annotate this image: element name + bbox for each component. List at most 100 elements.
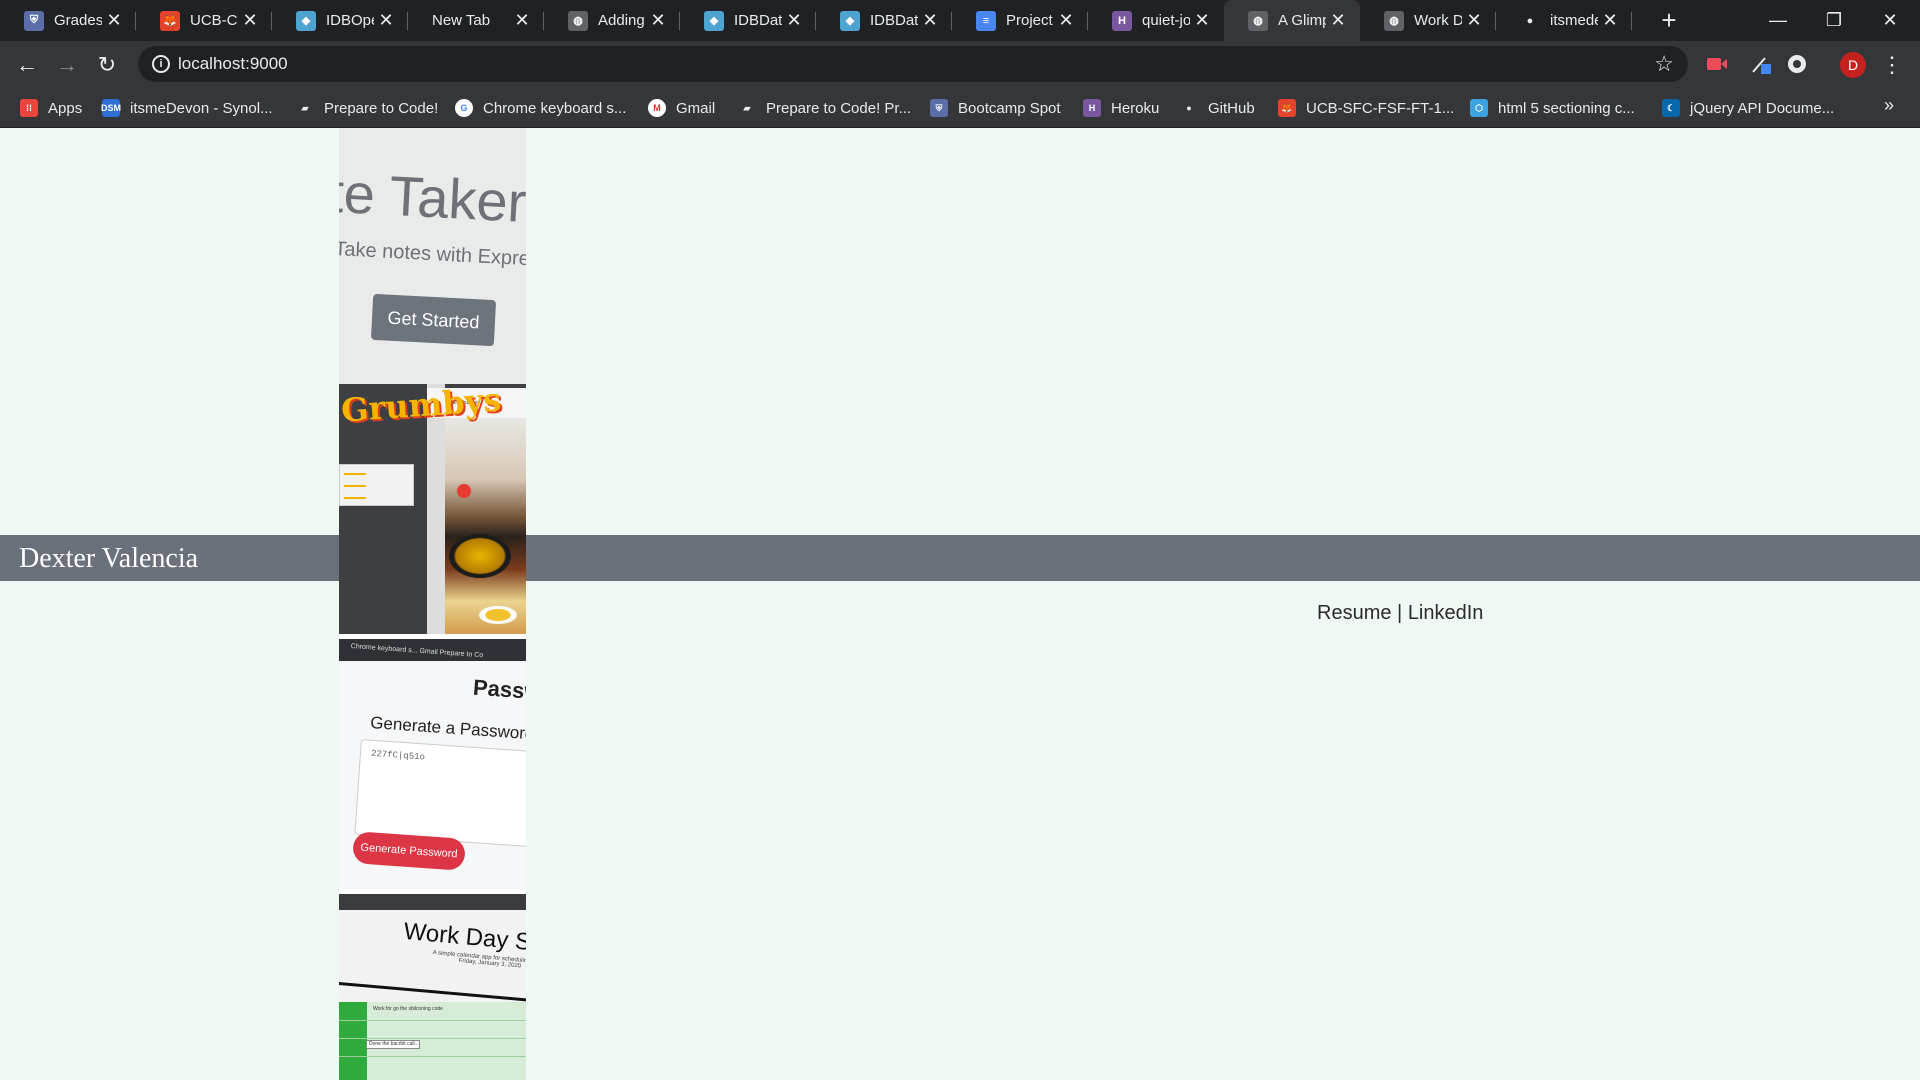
close-tab-icon[interactable]: ✕ xyxy=(782,9,806,33)
site-info-icon[interactable]: i xyxy=(152,55,170,73)
tab-11[interactable]: ◍ Work D ✕ xyxy=(1360,0,1496,41)
tab-3[interactable]: ◆ IDBOper✕ xyxy=(272,0,408,41)
close-tab-icon[interactable]: ✕ xyxy=(1054,9,1078,33)
tab-10[interactable]: ◍ A Glimp ✕ xyxy=(1224,0,1360,41)
project-title: Generate a Password xyxy=(369,713,526,744)
heroku-icon: H xyxy=(1112,10,1132,31)
bookmark-item[interactable]: ▰ Prepare to Code! Pr... xyxy=(738,96,912,120)
bookmark-item[interactable]: H Heroku xyxy=(1083,96,1159,120)
generate-password-button: Generate Password xyxy=(352,831,466,871)
password-value: 227fC|q51o xyxy=(370,748,426,763)
reload-button[interactable]: ↻ xyxy=(90,48,124,82)
tab-1[interactable]: ⛨ Grades |✕ xyxy=(0,0,136,41)
project-card-password-generator[interactable]: Chrome keyboard s... Gmail Prepare to Co… xyxy=(339,639,526,889)
close-tab-icon[interactable]: ✕ xyxy=(1326,9,1350,33)
tab-title: Project xyxy=(1006,12,1053,29)
tab-7[interactable]: ◆ IDBData✕ xyxy=(816,0,952,41)
close-tab-icon[interactable]: ✕ xyxy=(1462,9,1486,33)
bookmark-item[interactable]: ⬡ html 5 sectioning c... xyxy=(1470,96,1635,120)
extension-video-icon[interactable] xyxy=(1704,51,1730,77)
bookmark-item[interactable]: DSM itsmeDevon - Synol... xyxy=(101,96,273,120)
book-icon: ▰ xyxy=(301,102,309,113)
close-tab-icon[interactable]: ✕ xyxy=(918,9,942,33)
restore-button[interactable]: ❐ xyxy=(1806,0,1862,41)
book-icon: ▰ xyxy=(743,102,751,113)
tab-title: IDBOper xyxy=(326,12,374,29)
tab-8[interactable]: ≡ Project ✕ xyxy=(952,0,1088,41)
bookmark-label: GitHub xyxy=(1208,99,1255,117)
get-started-button[interactable]: Get Started xyxy=(370,293,497,347)
tab-title: New Tab xyxy=(432,12,491,29)
tab-9[interactable]: Hquiet-jo ✕ xyxy=(1088,0,1224,41)
tab-title: A Glimp xyxy=(1278,12,1326,29)
tab-4[interactable]: New Tab ✕ xyxy=(408,0,544,41)
resume-link[interactable]: Resume xyxy=(1317,602,1391,624)
extension-circle-icon[interactable] xyxy=(1784,51,1810,77)
close-tab-icon[interactable]: ✕ xyxy=(374,9,398,33)
back-button[interactable]: ← xyxy=(10,48,44,82)
bookmark-item[interactable]: ☾ jQuery API Docume... xyxy=(1662,96,1834,120)
close-window-button[interactable]: ✕ xyxy=(1862,0,1918,41)
close-tab-icon[interactable]: ✕ xyxy=(238,9,262,33)
shield-icon: ⛨ xyxy=(930,99,948,117)
profile-avatar[interactable]: D xyxy=(1840,52,1866,78)
tab-12[interactable]: ● itsmede ✕ xyxy=(1496,0,1632,41)
tab-5[interactable]: ◍ Adding ✕ xyxy=(544,0,680,41)
project-hero-title: ote Taker xyxy=(339,158,526,234)
bookmark-item[interactable]: ⛨ Bootcamp Spot xyxy=(930,96,1061,120)
close-tab-icon[interactable]: ✕ xyxy=(102,9,126,33)
close-tab-icon[interactable]: ✕ xyxy=(1190,9,1214,33)
schedule-note: Work for go the sbilconing code xyxy=(373,1006,443,1012)
bookmark-item[interactable]: M Gmail xyxy=(648,96,715,120)
close-tab-icon[interactable]: ✕ xyxy=(646,9,670,33)
new-tab-button[interactable]: + xyxy=(1655,5,1683,35)
tab-6[interactable]: ◆ IDBData✕ xyxy=(680,0,816,41)
gmail-icon: M xyxy=(648,99,666,117)
bookmark-item[interactable]: G Chrome keyboard s... xyxy=(455,96,626,120)
bookmark-star-icon[interactable]: ☆ xyxy=(1654,51,1674,77)
schedule-row-line xyxy=(339,1056,526,1057)
github-icon: ● xyxy=(1526,14,1534,27)
close-tab-icon[interactable]: ✕ xyxy=(1598,9,1622,33)
tab-title: Grades | xyxy=(54,12,102,29)
address-bar[interactable]: i localhost:9000 ☆ xyxy=(138,46,1688,82)
bookmark-item[interactable]: ⁞⁞ Apps xyxy=(20,96,82,120)
tab-2[interactable]: 🦊 UCB-Co✕ xyxy=(136,0,272,41)
food-photo xyxy=(445,418,526,634)
hour-column xyxy=(339,1002,367,1080)
bookmarks-bar: ⁞⁞ Apps DSM itsmeDevon - Synol... ▰ Prepare t… xyxy=(0,87,1920,128)
project-card-work-day-scheduler[interactable]: Work Day Sch A simple calendar app for s… xyxy=(339,894,526,1080)
soup-bowl-image xyxy=(449,534,511,578)
bookmark-item[interactable]: ● GitHub xyxy=(1180,96,1255,120)
bookmark-label: itsmeDevon - Synol... xyxy=(130,99,273,117)
bookmark-label: html 5 sectioning c... xyxy=(1498,99,1635,117)
browser-toolbar: ← → ↻ i localhost:9000 ☆ D ⋮ xyxy=(0,41,1920,87)
gitlab-icon: 🦊 xyxy=(160,10,180,31)
linkedin-link[interactable]: LinkedIn xyxy=(1408,602,1484,624)
extension-pen-icon[interactable] xyxy=(1748,51,1774,77)
bookmarks-overflow-icon[interactable]: » xyxy=(1884,95,1894,116)
globe-icon: ◍ xyxy=(1248,10,1268,31)
project-card-note-taker[interactable]: ote Taker Take notes with Expre Get Star… xyxy=(339,128,526,384)
address-text[interactable]: localhost:9000 xyxy=(178,54,288,74)
project-card-grumbys[interactable]: Join Grumbys Grumbys xyxy=(339,384,526,634)
forward-button[interactable]: → xyxy=(50,48,84,82)
bookmark-label: Chrome keyboard s... xyxy=(483,99,627,117)
globe-icon: ◍ xyxy=(1384,10,1404,31)
kebab-menu-icon[interactable]: ⋮ xyxy=(1880,50,1904,80)
docs-icon: ≡ xyxy=(976,10,996,31)
bookmark-label: Heroku xyxy=(1111,99,1160,117)
gitlab-icon: 🦊 xyxy=(1278,99,1296,117)
screenshot-browser-bar xyxy=(339,894,526,910)
tab-title: itsmede xyxy=(1550,12,1598,29)
minimize-button[interactable]: — xyxy=(1750,0,1806,41)
bookmark-item[interactable]: 🦊 UCB-SFC-FSF-FT-1... xyxy=(1278,96,1454,120)
cup-image xyxy=(479,606,517,624)
schedule-row-line xyxy=(339,1038,526,1039)
bookmark-label: Gmail xyxy=(676,99,716,117)
bookmark-label: UCB-SFC-FSF-FT-1... xyxy=(1306,99,1455,117)
project-heading: Passw xyxy=(472,674,526,705)
bookmark-item[interactable]: ▰ Prepare to Code! xyxy=(296,96,439,120)
close-tab-icon[interactable]: ✕ xyxy=(510,9,534,33)
link-separator: | xyxy=(1397,602,1403,624)
